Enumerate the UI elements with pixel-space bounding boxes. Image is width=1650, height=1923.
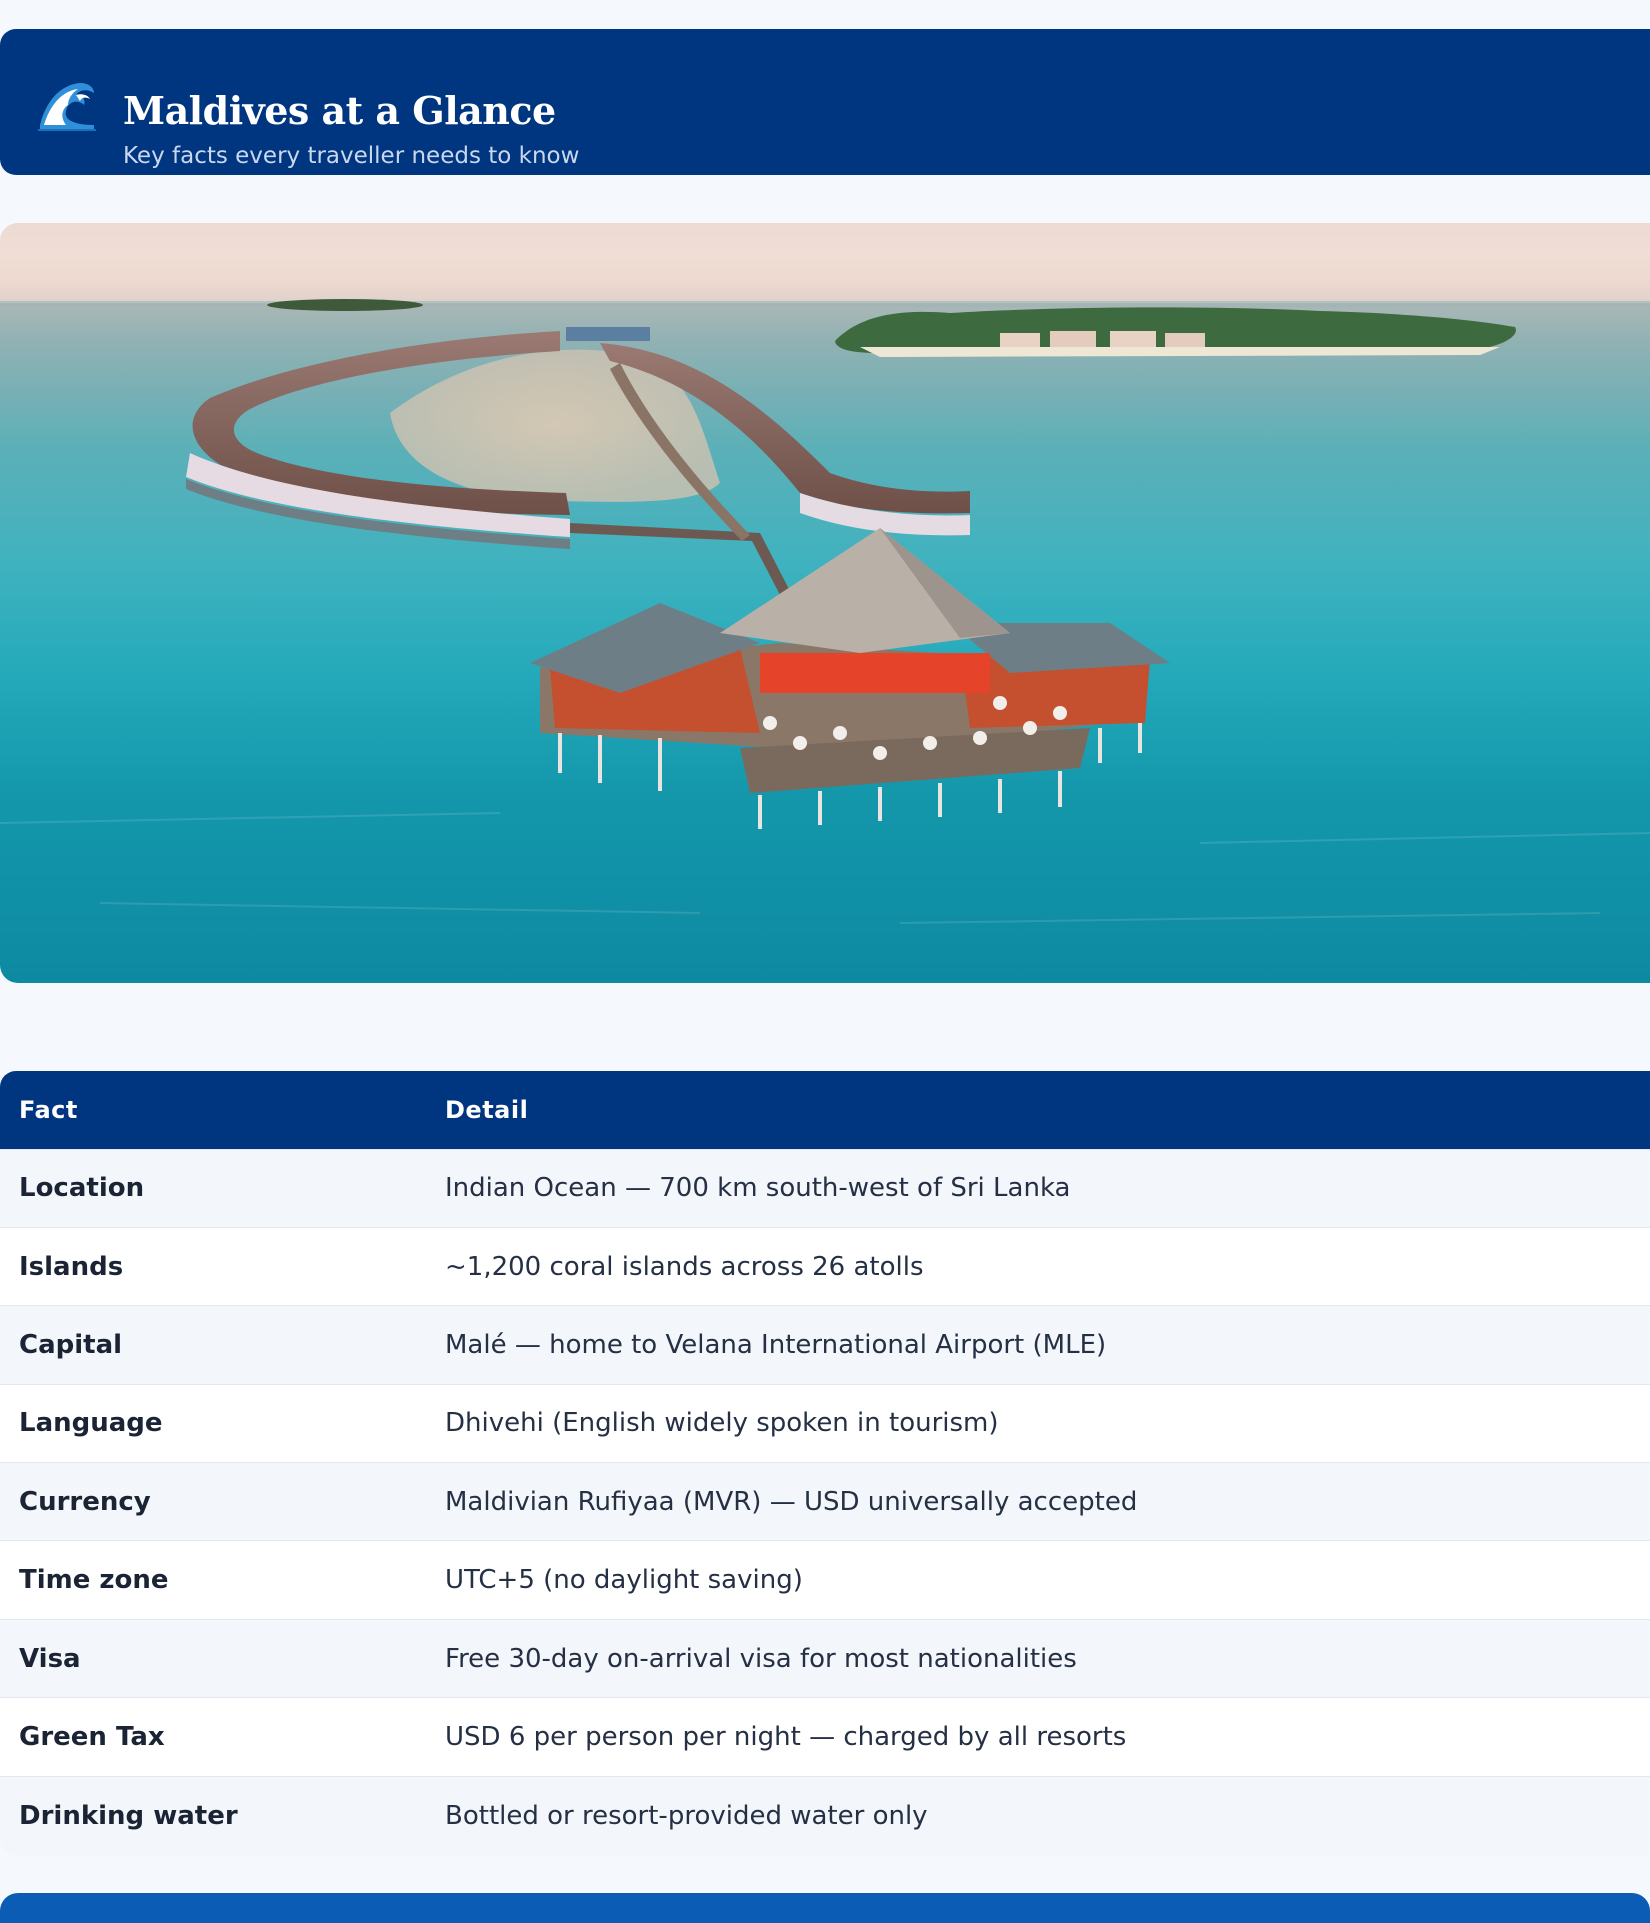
page-subtitle: Key facts every traveller needs to know: [123, 143, 580, 169]
table-row: Location Indian Ocean — 700 km south-wes…: [0, 1149, 1650, 1228]
fact-cell: Islands: [19, 1251, 124, 1282]
fact-cell: Green Tax: [19, 1721, 165, 1752]
table-row: Capital Malé — home to Velana Internatio…: [0, 1305, 1650, 1385]
column-header-detail: Detail: [445, 1095, 529, 1124]
detail-cell: USD 6 per person per night — charged by …: [445, 1721, 1127, 1752]
detail-cell: Maldivian Rufiyaa (MVR) — USD universall…: [445, 1486, 1138, 1517]
fact-cell: Location: [19, 1173, 145, 1204]
detail-cell: ~1,200 coral islands across 26 atolls: [445, 1251, 924, 1282]
detail-cell: Dhivehi (English widely spoken in touris…: [445, 1408, 999, 1439]
detail-cell: Indian Ocean — 700 km south-west of Sri …: [445, 1173, 1071, 1204]
table-row: Time zone UTC+5 (no daylight saving): [0, 1540, 1650, 1620]
fact-cell: Time zone: [19, 1565, 169, 1596]
table-row: Currency Maldivian Rufiyaa (MVR) — USD u…: [0, 1462, 1650, 1541]
detail-cell: Bottled or resort-provided water only: [445, 1800, 928, 1831]
facts-table: Fact Detail Location Indian Ocean — 700 …: [0, 1071, 1650, 1855]
table-row: Green Tax USD 6 per person per night — c…: [0, 1697, 1650, 1777]
header-banner: Maldives at a Glance Key facts every tra…: [0, 29, 1650, 175]
resort-photo: [0, 223, 1650, 924]
table-row: Visa Free 30-day on-arrival visa for mos…: [0, 1619, 1650, 1698]
detail-cell: Free 30-day on-arrival visa for most nat…: [445, 1643, 1077, 1674]
detail-cell: UTC+5 (no daylight saving): [445, 1565, 803, 1596]
fact-cell: Capital: [19, 1329, 123, 1360]
table-row: Drinking water Bottled or resort-provide…: [0, 1776, 1650, 1855]
detail-cell: Malé — home to Velana International Airp…: [445, 1329, 1107, 1360]
table-header-row: Fact Detail: [0, 1071, 1650, 1149]
hero-image: [0, 223, 1650, 983]
table-row: Islands ~1,200 coral islands across 26 a…: [0, 1227, 1650, 1306]
column-header-fact: Fact: [19, 1095, 78, 1124]
wave-icon: [36, 75, 96, 131]
bottom-action-bar[interactable]: [0, 1893, 1650, 1923]
fact-cell: Currency: [19, 1486, 151, 1517]
fact-cell: Drinking water: [19, 1800, 238, 1831]
table-row: Language Dhivehi (English widely spoken …: [0, 1384, 1650, 1463]
fact-cell: Visa: [19, 1643, 81, 1674]
fact-cell: Language: [19, 1408, 163, 1439]
page-title: Maldives at a Glance: [123, 88, 556, 133]
